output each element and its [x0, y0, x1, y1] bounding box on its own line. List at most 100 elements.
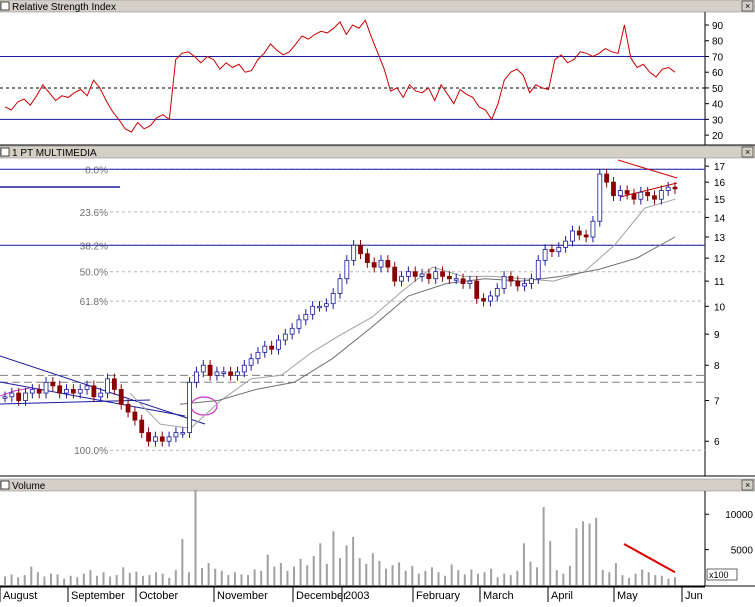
rsi-tick-label: 40: [712, 100, 724, 111]
month-label: October: [139, 590, 178, 602]
candle-body: [549, 249, 555, 253]
volume-panel-box-icon[interactable]: [0, 480, 10, 490]
candle-body: [563, 240, 569, 248]
candle-body: [262, 345, 268, 353]
candle-body: [645, 191, 651, 197]
candle-body: [187, 381, 192, 433]
volume-panel-title: Volume: [12, 481, 46, 492]
rsi-close-glyph: ×: [745, 1, 750, 11]
candle-body: [617, 190, 623, 197]
candle-body: [194, 371, 199, 383]
candle-body: [453, 278, 459, 281]
price-tick-label: 16: [714, 178, 726, 189]
rsi-panel: Relative Strength Index × 90 80 70 60 50 40 30…: [0, 0, 755, 146]
candle-body: [29, 389, 35, 394]
candle-body: [296, 319, 302, 329]
candle-body: [255, 351, 261, 360]
candle-body: [139, 419, 145, 433]
candle-body: [665, 186, 671, 191]
price-tick-label: 10: [714, 302, 726, 313]
chart-root: Relative Strength Index × 90 80 70 60 50 40 30…: [0, 0, 755, 602]
candle-body: [672, 186, 678, 190]
candle-body: [98, 392, 104, 398]
candle-body: [173, 432, 179, 438]
candle-body: [658, 190, 664, 200]
candle-body: [153, 436, 158, 442]
candle-body: [91, 385, 97, 398]
price-panel-box-icon[interactable]: [0, 147, 10, 157]
rsi-tick-label: 50: [712, 84, 724, 95]
candle-body: [570, 230, 575, 242]
rsi-tick-label: 60: [712, 68, 724, 79]
candle-body: [310, 305, 316, 315]
candle-body: [351, 244, 357, 261]
candle-body: [248, 358, 254, 366]
candle-body: [9, 392, 15, 398]
month-label: April: [551, 590, 573, 602]
fib-level-label: 0.0%: [85, 165, 108, 176]
candle-body: [23, 392, 28, 401]
candle-body: [36, 389, 42, 394]
rsi-tick-label: 80: [712, 37, 724, 48]
candle-body: [371, 262, 377, 268]
rsi-tick-label: 30: [712, 115, 724, 126]
price-panel: 1 PT MULTIMEDIA × 0.0% 23.6% 38.2% 50.0% 61.…: [0, 145, 755, 477]
candle-body: [542, 249, 548, 261]
candle-body: [446, 275, 452, 280]
candle-body: [132, 411, 138, 421]
candle-body: [440, 271, 445, 277]
candle-body: [282, 333, 288, 341]
support-trend-line: [0, 399, 151, 405]
technical-chart: Relative Strength Index × 90 80 70 60 50 40 30…: [0, 0, 755, 602]
rsi-panel-title: Relative Strength Index: [12, 2, 116, 13]
candle-body: [228, 371, 234, 376]
candle-body: [207, 364, 213, 376]
price-tick-label: 14: [714, 213, 726, 224]
candle-body: [214, 371, 220, 376]
volume-axis: 10000 5000: [705, 510, 754, 557]
candle-body: [358, 244, 363, 255]
candle-body: [529, 278, 534, 284]
candle-body: [337, 278, 343, 294]
candle-body: [378, 259, 384, 268]
candle-body: [118, 389, 124, 405]
price-tick-label: 9: [714, 330, 720, 341]
candle-body: [235, 371, 240, 376]
candle-body: [317, 305, 322, 309]
month-label: February: [416, 590, 461, 602]
candle-body: [604, 173, 610, 183]
candle-body: [125, 403, 131, 413]
volume-multiplier: x100: [709, 570, 729, 580]
candle-body: [221, 371, 227, 374]
month-label: May: [617, 590, 638, 602]
month-label: Jun: [685, 590, 703, 602]
fib-level-label: 23.6%: [80, 208, 108, 219]
candle-body: [43, 381, 49, 394]
price-tick-label: 13: [714, 233, 726, 244]
price-close-glyph: ×: [745, 147, 750, 157]
candle-body: [241, 364, 247, 373]
candle-body: [481, 298, 486, 302]
candle-body: [70, 389, 76, 394]
x-axis: August September October November December20…: [0, 586, 705, 602]
rsi-tick-label: 90: [712, 21, 724, 32]
month-label: March: [483, 590, 514, 602]
candle-body: [344, 259, 350, 280]
price-tick-label: 11: [714, 277, 725, 288]
highlight-circle: [190, 396, 218, 416]
price-tick-label: 15: [714, 195, 726, 206]
candle-body: [556, 246, 562, 253]
candle-body: [522, 283, 527, 287]
candle-body: [460, 278, 466, 284]
candle-body: [364, 253, 370, 263]
volume-tick-label: 5000: [731, 546, 754, 557]
rsi-tick-label: 70: [712, 52, 724, 63]
price-axis: 17 16 15 14 13 12 11 10 9 8 7 6: [705, 162, 726, 448]
candle-body: [426, 273, 432, 280]
candle-body: [166, 436, 172, 442]
rsi-panel-box-icon[interactable]: [0, 1, 10, 11]
rsi-tick-label: 20: [712, 131, 724, 142]
candle-body: [84, 385, 90, 390]
price-tick-label: 8: [714, 361, 720, 372]
month-label: August: [3, 590, 37, 602]
